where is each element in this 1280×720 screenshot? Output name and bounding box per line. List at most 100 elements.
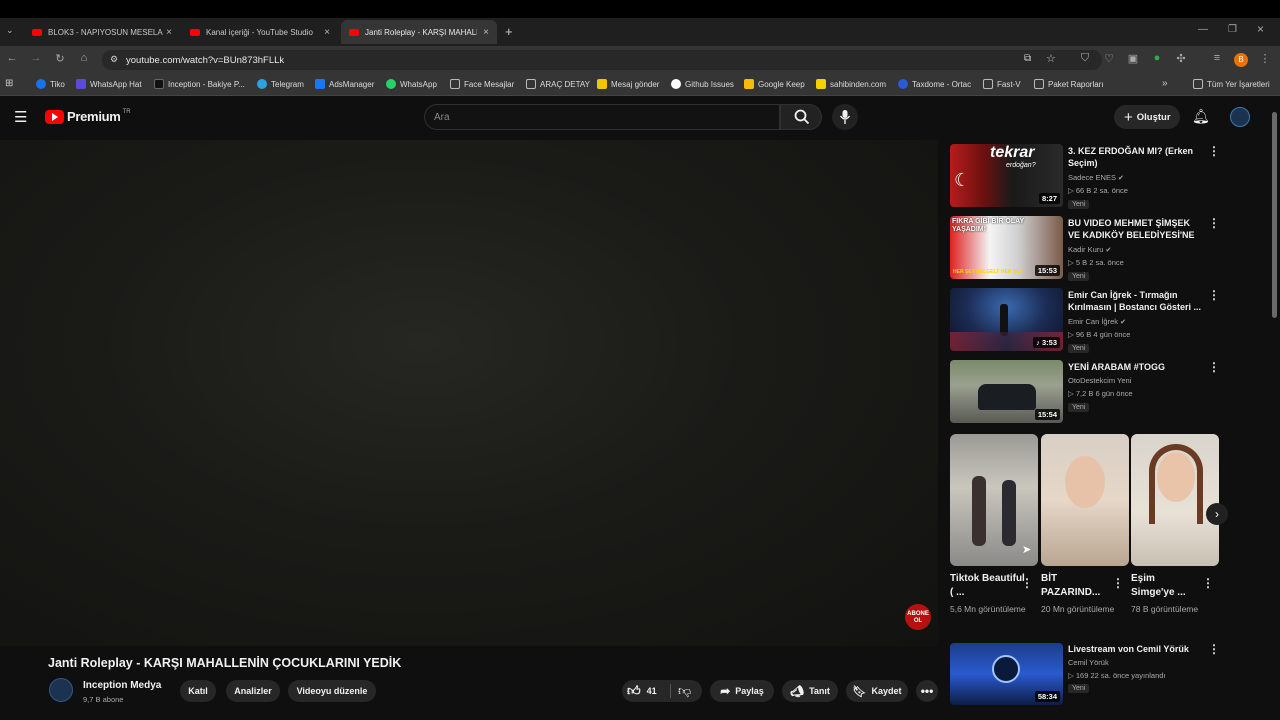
notifications-bell-icon[interactable]: 🔔︎ [1192, 108, 1210, 125]
channel-name[interactable]: OtoDestekcim Yeni [1068, 376, 1131, 385]
bookmark-google-keep[interactable]: Google Keep [744, 79, 805, 89]
restore-icon[interactable]: ❐ [1228, 24, 1237, 35]
video-thumbnail[interactable]: tekrar erdoğan? ☾ 8:27 [950, 144, 1063, 207]
bookmark-sahibinden[interactable]: sahibinden.com [816, 79, 886, 89]
media-control-icon[interactable]: ≡ [1209, 52, 1225, 64]
more-actions-button[interactable]: ••• [916, 680, 938, 702]
promote-button[interactable]: 📣︎ Tanıt [782, 680, 838, 702]
video-title[interactable]: YENİ ARABAM #TOGG [1068, 361, 1204, 373]
short-title[interactable]: Tiktok Beautiful ( ... [950, 572, 1030, 600]
channel-name[interactable]: Sadece ENES ✔ [1068, 173, 1124, 182]
save-button[interactable]: 🔖︎ Kaydet [846, 680, 908, 702]
new-tab-plus-icon[interactable]: + [505, 24, 513, 39]
bookmark-mesaj-gonder[interactable]: Mesaj gönder [597, 79, 659, 89]
all-bookmarks[interactable]: Tüm Yer İşaretleri [1193, 79, 1270, 89]
short-thumbnail[interactable] [1131, 434, 1219, 566]
browser-menu-icon[interactable]: ⋮ [1257, 52, 1273, 65]
analytics-button[interactable]: Analizler [226, 680, 280, 702]
like-button[interactable]: 👍︎ 41 [627, 683, 657, 699]
bookmark-face-mesajlar[interactable]: Face Mesajlar [450, 79, 514, 89]
hamburger-menu-icon[interactable]: ☰ [14, 108, 27, 126]
bookmark-paket-raporlari[interactable]: Paket Raporları [1034, 79, 1104, 89]
video-thumbnail[interactable]: FIKRA GİBİ BİR OLAY YAŞADIM! HER ŞEY BEL… [950, 216, 1063, 279]
edit-video-button[interactable]: Videoyu düzenle [288, 680, 376, 702]
more-options-icon[interactable]: ⋮ [1208, 360, 1220, 374]
close-icon[interactable]: × [324, 27, 330, 38]
extension-game-icon[interactable]: ▣ [1125, 52, 1141, 65]
short-thumbnail[interactable] [1041, 434, 1129, 566]
home-icon[interactable]: ⌂ [76, 52, 92, 64]
tab-2[interactable]: Kanal içeriği - YouTube Studio × [182, 22, 338, 42]
video-title[interactable]: 3. KEZ ERDOĞAN MI? (Erken Seçim) [1068, 145, 1204, 169]
bookmark-taxdome[interactable]: Taxdome - Ortac [898, 79, 971, 89]
bookmark-whatsapp[interactable]: WhatsApp [386, 79, 437, 89]
channel-name[interactable]: Inception Medya [83, 680, 161, 691]
create-button[interactable]: + Oluştur [1114, 105, 1180, 129]
bookmark-tiko[interactable]: Tiko [36, 79, 65, 89]
bookmark-inception[interactable]: Inception - Bakiye P... [154, 79, 245, 89]
bookmark-github-issues[interactable]: Github Issues [671, 79, 734, 89]
tab-list-chevron-icon[interactable]: ⌄ [6, 25, 14, 36]
more-options-icon[interactable]: ⋮ [1208, 216, 1220, 230]
site-info-icon[interactable]: ⚙ [110, 54, 118, 65]
close-icon[interactable]: × [483, 27, 489, 38]
window-close-icon[interactable]: × [1257, 22, 1264, 36]
voice-search-button[interactable] [832, 104, 858, 130]
short-title[interactable]: BİT PAZARIND... [1041, 572, 1103, 600]
more-options-icon[interactable]: ⋮ [1208, 144, 1220, 158]
channel-avatar[interactable] [49, 678, 73, 702]
profile-avatar[interactable]: B [1234, 53, 1248, 67]
channel-name[interactable]: Kadir Kuru ✔ [1068, 245, 1111, 254]
tab-3-active[interactable]: Janti Roleplay - KARŞI MAHALL × [341, 20, 497, 44]
apps-grid-icon[interactable]: ⊞ [5, 78, 13, 89]
video-title[interactable]: Livestream von Cemil Yörük [1068, 643, 1204, 655]
channel-name[interactable]: Emir Can İğrek ✔ [1068, 317, 1126, 326]
share-button[interactable]: ➦ Paylaş [710, 680, 774, 702]
tab-label: Janti Roleplay - KARŞI MAHALL [365, 27, 477, 37]
more-options-icon[interactable]: ⋮ [1208, 642, 1220, 656]
video-duration: 8:27 [1038, 193, 1060, 204]
account-avatar[interactable] [1230, 107, 1250, 127]
close-icon[interactable]: × [166, 27, 172, 38]
extension-shield-icon[interactable]: ⛉ [1077, 52, 1093, 65]
install-app-icon[interactable]: ⧉ [1024, 53, 1031, 64]
folder-icon [450, 79, 460, 89]
more-options-icon[interactable]: ⋮ [1112, 576, 1124, 590]
extension-heart-icon[interactable]: ♡ [1101, 52, 1117, 65]
tab-1[interactable]: BLOK3 - NAPIYOSUN MESELA × [24, 22, 180, 42]
extension-green-icon[interactable]: ● [1149, 52, 1165, 64]
bookmark-label: ARAÇ DETAY [540, 79, 590, 89]
video-player[interactable] [0, 140, 938, 646]
reload-icon[interactable]: ↻ [52, 52, 68, 65]
address-bar[interactable]: ⚙ youtube.com/watch?v=BUn873hFLLk ⧉ ☆ [102, 50, 1102, 70]
video-thumbnail[interactable]: 58:34 [950, 643, 1063, 705]
bookmark-whatsapp-hat[interactable]: WhatsApp Hat [76, 79, 142, 89]
channel-name[interactable]: Cemil Yörük [1068, 658, 1109, 667]
join-button[interactable]: Katıl [180, 680, 216, 702]
back-arrow-icon[interactable]: ← [4, 52, 20, 64]
search-button[interactable] [780, 104, 822, 130]
video-title[interactable]: Emir Can İğrek - Tırmağın Kırılmasın | B… [1068, 289, 1204, 313]
more-options-icon[interactable]: ⋮ [1202, 576, 1214, 590]
more-options-icon[interactable]: ⋮ [1208, 288, 1220, 302]
search-input[interactable]: Ara [424, 104, 780, 130]
bookmark-arac-detay[interactable]: ARAÇ DETAY [526, 79, 590, 89]
extensions-puzzle-icon[interactable]: ✣ [1173, 52, 1189, 65]
youtube-logo[interactable]: Premium TR [45, 109, 131, 124]
shelf-next-button[interactable]: › [1206, 503, 1228, 525]
video-title[interactable]: BU VIDEO MEHMET ŞİMŞEK VE KADIKÖY BELEDİ… [1068, 217, 1204, 241]
video-thumbnail[interactable]: 15:54 [950, 360, 1063, 423]
short-title[interactable]: Eşim Simge'ye ... [1131, 572, 1193, 600]
bookmark-star-icon[interactable]: ☆ [1046, 52, 1056, 65]
more-options-icon[interactable]: ⋮ [1021, 576, 1033, 590]
bookmark-adsmanager[interactable]: AdsManager [315, 79, 374, 89]
video-thumbnail[interactable]: ♪ 3:53 [950, 288, 1063, 351]
bookmark-fast-v[interactable]: Fast-V [983, 79, 1021, 89]
minimize-icon[interactable]: — [1198, 24, 1208, 35]
more-bookmarks-chevron-icon[interactable]: » [1162, 78, 1168, 89]
thumbs-down-icon[interactable]: 👎︎ [678, 683, 691, 699]
bookmark-telegram[interactable]: Telegram [257, 79, 304, 89]
page-scrollbar[interactable] [1272, 112, 1277, 318]
subscribe-watermark[interactable]: ABONE OL [905, 604, 931, 630]
forward-arrow-icon[interactable]: → [28, 52, 44, 64]
